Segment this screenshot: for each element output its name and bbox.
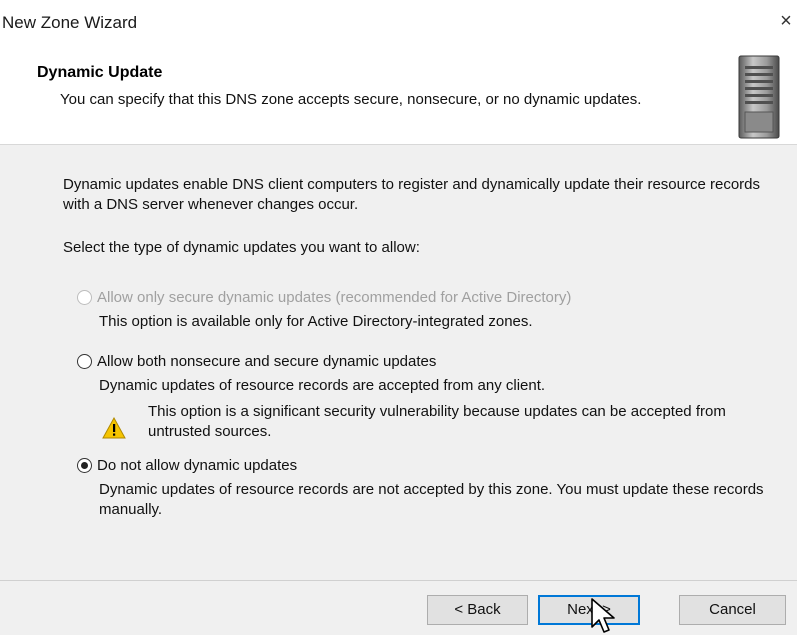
option-nonsecure-and-secure[interactable]: Allow both nonsecure and secure dynamic …	[77, 353, 436, 370]
option-nonsecure-and-secure-description: Dynamic updates of resource records are …	[99, 377, 546, 394]
option-nonsecure-and-secure-label: Allow both nonsecure and secure dynamic …	[97, 353, 437, 370]
option-no-dynamic-updates-label: Do not allow dynamic updates	[97, 457, 298, 474]
radio-nonsecure-and-secure[interactable]	[77, 354, 92, 369]
close-button[interactable]: ×	[775, 6, 797, 36]
option-secure-only[interactable]: Allow only secure dynamic updates (recom…	[77, 289, 571, 306]
select-prompt: Select the type of dynamic updates you w…	[63, 239, 420, 256]
mouse-pointer-icon	[591, 598, 615, 633]
radio-secure-only[interactable]	[77, 290, 92, 305]
radio-no-dynamic-updates[interactable]	[77, 458, 92, 473]
server-tower-icon	[738, 55, 780, 139]
page-description: You can specify that this DNS zone accep…	[60, 91, 642, 108]
back-button[interactable]: < Back	[427, 595, 528, 625]
wizard-header: Dynamic Update You can specify that this…	[0, 42, 797, 144]
window-title: New Zone Wizard	[2, 13, 138, 32]
warning-triangle-icon	[102, 417, 126, 439]
title-bar: New Zone Wizard ×	[0, 0, 797, 42]
next-button[interactable]: Next >	[538, 595, 640, 625]
option-no-dynamic-updates-description: Dynamic updates of resource records are …	[99, 481, 764, 518]
option-secure-only-label: Allow only secure dynamic updates (recom…	[97, 289, 572, 306]
page-title: Dynamic Update	[37, 64, 163, 81]
intro-text: Dynamic updates enable DNS client comput…	[63, 176, 761, 213]
wizard-footer: < Back Next > Cancel	[0, 581, 797, 635]
option-secure-only-description: This option is available only for Active…	[99, 313, 533, 330]
cancel-button[interactable]: Cancel	[679, 595, 786, 625]
security-warning-text: This option is a significant security vu…	[148, 403, 726, 440]
option-no-dynamic-updates[interactable]: Do not allow dynamic updates	[77, 457, 297, 474]
